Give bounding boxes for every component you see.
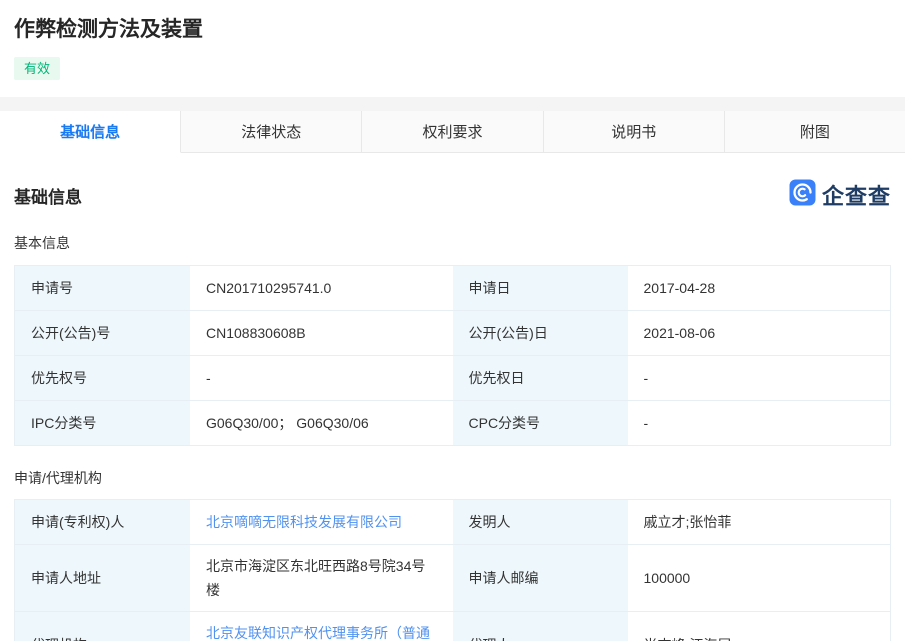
field-label: CPC分类号 [452,401,628,445]
field-label: 优先权号 [15,356,190,400]
table-row: 代理机构北京友联知识产权代理事务所（普通合伙） 代理人尚志峰;汪海屏 [15,612,890,641]
page-title: 作弊检测方法及装置 [14,18,203,41]
tab-说明书[interactable]: 说明书 [543,111,725,153]
field-value: 北京市海淀区东北旺西路8号院34号楼 [190,545,453,611]
field-value: 100000 [627,545,890,611]
field-value: CN108830608B [190,311,453,355]
tab-法律状态[interactable]: 法律状态 [181,111,363,153]
main-content: 基础信息 企查查 基本信息 申请号 CN201710295741.0 申请日 2017… [0,179,905,641]
field-label: 申请(专利权)人 [15,500,190,544]
table-row: 优先权号 - 优先权日 - [15,356,890,401]
subsection-agency: 申请/代理机构 [14,470,102,486]
field-value: G06Q30/00； G06Q30/06 [190,401,453,445]
field-value: 尚志峰;汪海屏 [627,612,890,641]
field-label: 代理机构 [15,612,190,641]
field-label: 申请号 [15,266,190,310]
entity-link[interactable]: 北京嘀嘀无限科技发展有限公司 [206,510,402,534]
separator-band [0,97,905,111]
field-label: 申请人地址 [15,545,190,611]
section-title: 基础信息 [14,187,82,207]
basic-info-table: 申请号 CN201710295741.0 申请日 2017-04-28 公开(公告)号 C… [14,265,891,446]
page-header: 作弊检测方法及装置 有效 [0,0,905,97]
field-value: 2021-08-06 [627,311,890,355]
table-row: IPC分类号 G06Q30/00； G06Q30/06 CPC分类号 - [15,401,890,446]
field-value: 戚立才;张怡菲 [627,500,890,544]
field-label: IPC分类号 [15,401,190,445]
tab-基础信息[interactable]: 基础信息 [0,111,182,153]
table-row: 申请(专利权)人 北京嘀嘀无限科技发展有限公司 发明人 戚立才;张怡菲 [15,500,890,545]
field-value: 北京嘀嘀无限科技发展有限公司 [190,500,453,544]
agency-table: 申请(专利权)人 北京嘀嘀无限科技发展有限公司 发明人 戚立才;张怡菲 申请人地址 北京市… [14,499,891,641]
field-value: - [190,356,453,400]
field-label: 公开(公告)日 [452,311,628,355]
field-label: 发明人 [452,500,628,544]
status-badge: 有效 [14,57,61,80]
tab-bar: 基础信息 法律状态 权利要求 说明书 附图 [0,111,905,153]
field-label: 优先权日 [452,356,628,400]
field-label: 代理人 [452,612,628,641]
tab-附图[interactable]: 附图 [724,111,905,153]
field-value: 2017-04-28 [627,266,890,310]
field-label: 申请人邮编 [452,545,628,611]
tab-权利要求[interactable]: 权利要求 [362,111,544,153]
field-value: - [627,356,890,400]
brand-logo-text: 企查查 [821,184,891,209]
table-row: 公开(公告)号 CN108830608B 公开(公告)日 2021-08-06 [15,311,890,356]
subsection-basic-info: 基本信息 [14,235,70,251]
field-value: 北京友联知识产权代理事务所（普通合伙） [190,612,453,641]
section-header: 基础信息 企查查 [14,179,891,211]
table-row: 申请号 CN201710295741.0 申请日 2017-04-28 [15,266,890,311]
field-label: 公开(公告)号 [15,311,190,355]
table-row: 申请人地址 北京市海淀区东北旺西路8号院34号楼 申请人邮编 100000 [15,545,890,612]
brand-watermark: 企查查 [789,179,891,211]
qichacha-logo-icon [789,179,816,211]
field-value: CN201710295741.0 [190,266,453,310]
field-value: - [627,401,890,445]
entity-link[interactable]: 北京友联知识产权代理事务所（普通合伙） [206,621,439,641]
field-label: 申请日 [452,266,628,310]
